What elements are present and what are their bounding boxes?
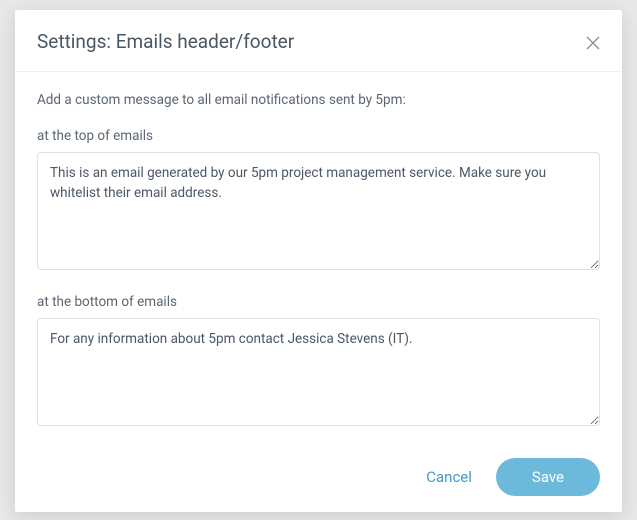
header-textarea[interactable]: This is an email generated by our 5pm pr… xyxy=(37,152,600,270)
header-field-label: at the top of emails xyxy=(37,128,600,144)
save-button[interactable]: Save xyxy=(496,458,600,496)
modal-footer: Cancel Save xyxy=(15,446,622,512)
settings-modal: Settings: Emails header/footer Add a cus… xyxy=(15,10,622,512)
footer-textarea[interactable]: For any information about 5pm contact Je… xyxy=(37,318,600,426)
modal-title: Settings: Emails header/footer xyxy=(37,30,294,53)
cancel-button[interactable]: Cancel xyxy=(426,468,472,486)
modal-body: Add a custom message to all email notifi… xyxy=(15,72,622,446)
modal-header: Settings: Emails header/footer xyxy=(15,10,622,72)
footer-field-group: at the bottom of emails For any informat… xyxy=(37,294,600,430)
close-icon[interactable] xyxy=(586,35,600,49)
footer-field-label: at the bottom of emails xyxy=(37,294,600,310)
intro-text: Add a custom message to all email notifi… xyxy=(37,92,600,108)
header-field-group: at the top of emails This is an email ge… xyxy=(37,128,600,274)
